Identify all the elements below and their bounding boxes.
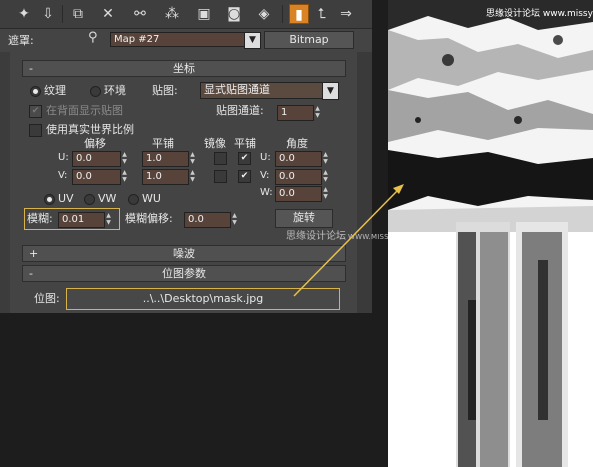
annotation-arrow <box>293 184 404 297</box>
